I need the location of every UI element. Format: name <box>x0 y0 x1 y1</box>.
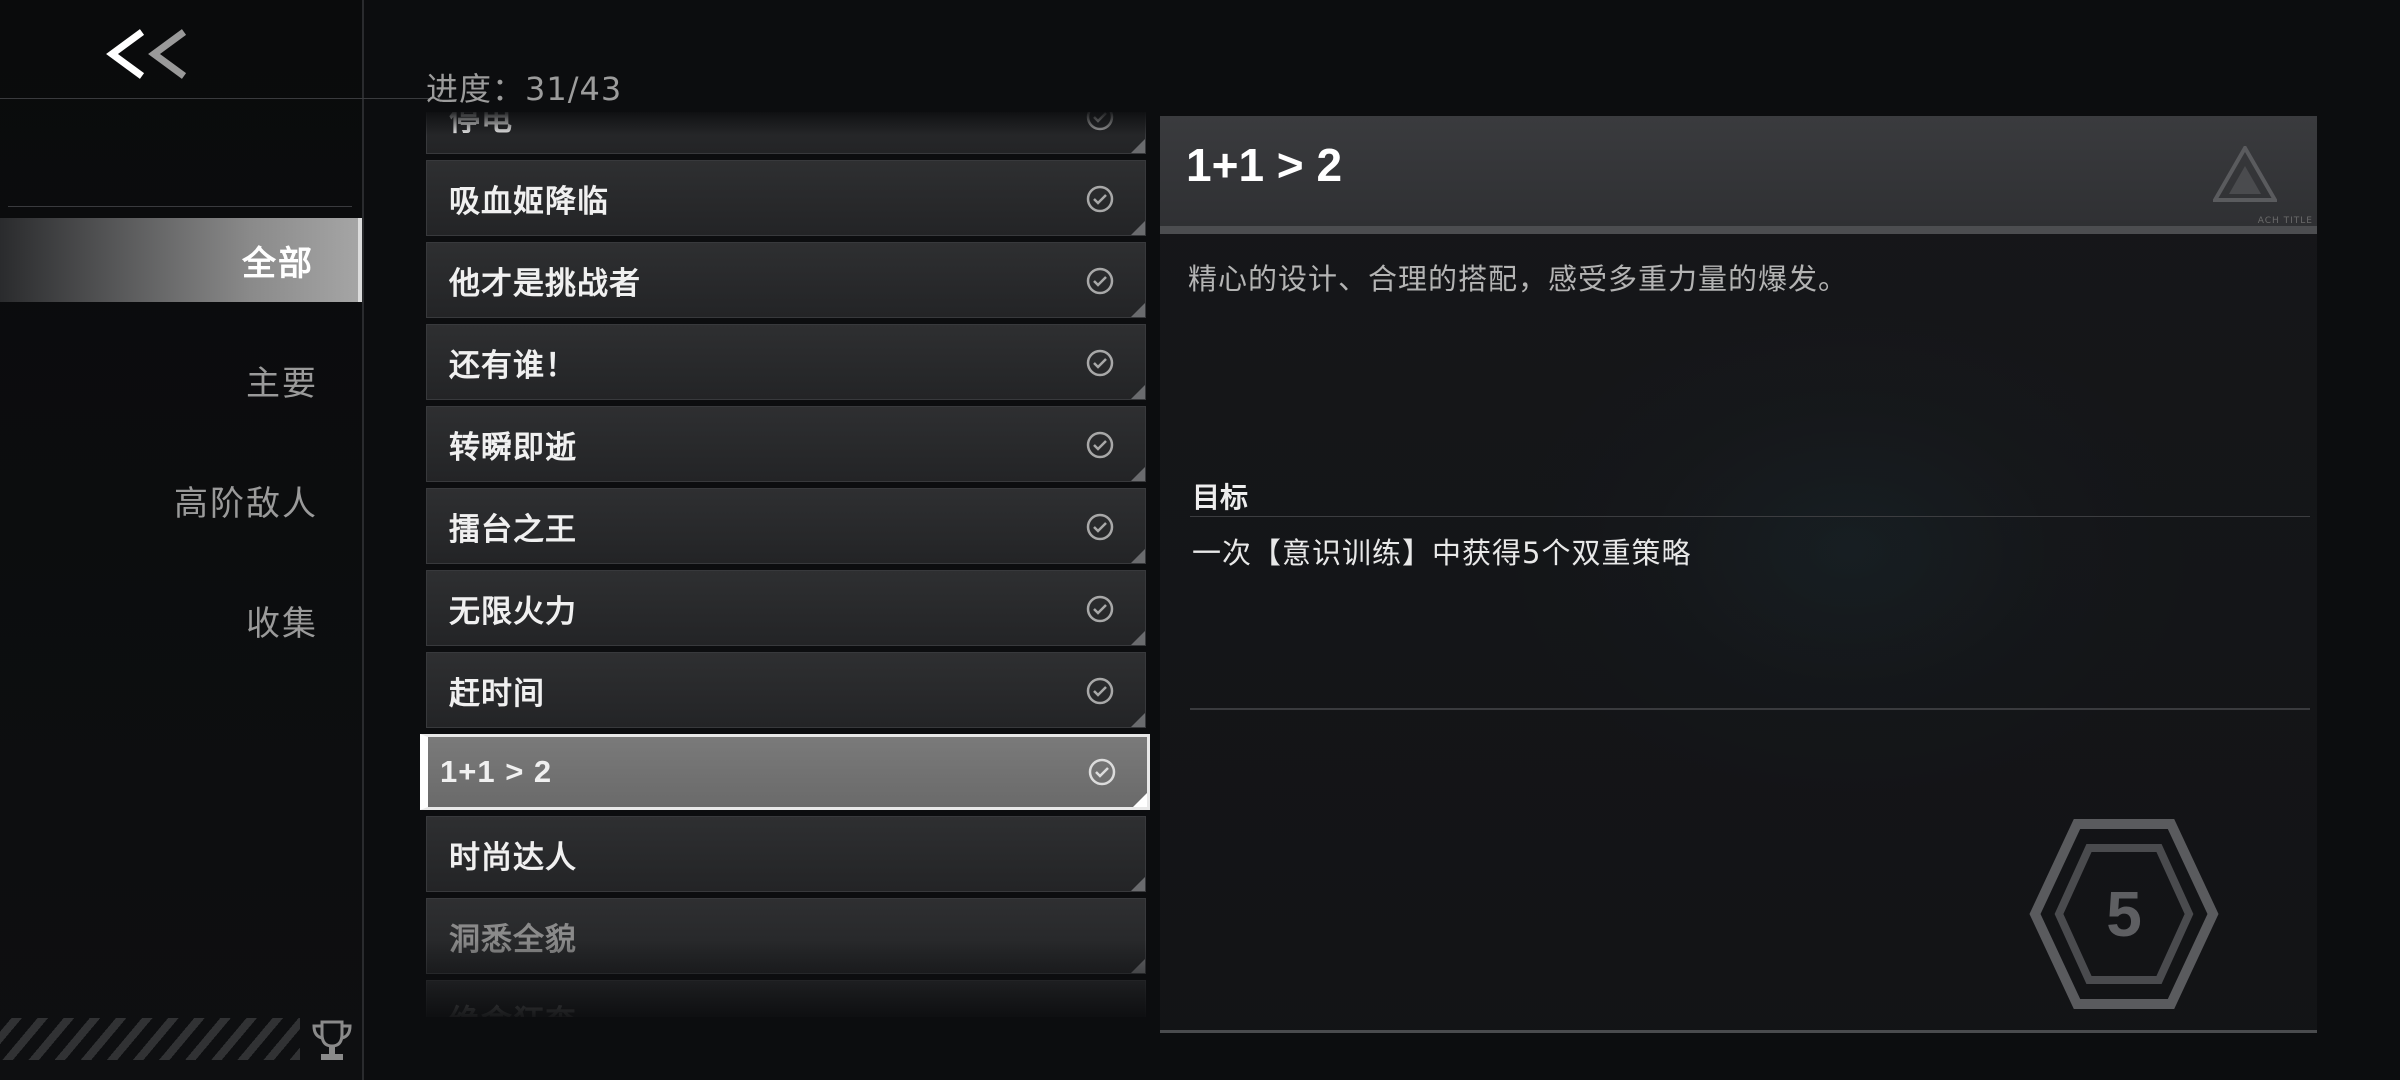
trophy-icon <box>312 1020 352 1060</box>
goal-bottom-divider <box>1190 708 2310 710</box>
back-button[interactable] <box>90 14 210 94</box>
check-circle-icon <box>1088 758 1116 786</box>
list-item-label: 洞悉全貌 <box>449 921 577 958</box>
check-circle-icon <box>1086 112 1114 131</box>
list-item[interactable]: 转瞬即逝 <box>426 406 1146 482</box>
header-divider <box>0 98 440 99</box>
achievement-list[interactable]: 停电 吸血姬降临 他才是挑战者 还有谁！ 转瞬即逝 擂台之王 无限火力 赶时间 … <box>418 112 1154 1017</box>
hexagon-badge-icon: 5 <box>2029 819 2219 1009</box>
check-circle-icon <box>1086 349 1114 377</box>
list-item-label: 赶时间 <box>449 675 545 712</box>
check-circle-icon <box>1086 431 1114 459</box>
list-item-label: 转瞬即逝 <box>449 429 577 466</box>
nav-item-main[interactable]: 主要 <box>0 338 362 422</box>
list-item-label: 吸血姬降临 <box>449 183 609 220</box>
progress-counter: 进度：31/43 <box>426 70 623 108</box>
list-item[interactable]: 擂台之王 <box>426 488 1146 564</box>
nav-item-label: 收集 <box>246 603 318 644</box>
list-item-label: 无限火力 <box>449 593 577 630</box>
nav-divider <box>8 206 352 207</box>
list-item[interactable]: 赶时间 <box>426 652 1146 728</box>
nav-item-collection[interactable]: 收集 <box>0 578 362 662</box>
check-circle-icon <box>1086 185 1114 213</box>
category-sidebar: 全部 主要 高阶敌人 收集 <box>0 0 440 1080</box>
list-item-label: 还有谁！ <box>449 347 577 384</box>
goal-text: 一次【意识训练】中获得5个双重策略 <box>1192 536 1692 570</box>
nav-item-label: 主要 <box>246 363 318 404</box>
list-item-selected[interactable]: 1+1 > 2 <box>420 734 1150 810</box>
achievement-detail-panel: 1+1 > 2 ACH TITLE 精心的设计、合理的搭配，感受多重力量的爆发。… <box>1160 116 2317 1033</box>
decorative-stripes <box>0 1018 300 1060</box>
goal-divider <box>1190 516 2310 517</box>
badge-number: 5 <box>2106 878 2142 950</box>
list-item-label: 时尚达人 <box>449 839 577 876</box>
nav-item-elite-enemies[interactable]: 高阶敌人 <box>0 458 362 542</box>
list-item[interactable]: 绝命狂奔 <box>426 980 1146 1017</box>
triangle-logo-icon <box>2213 146 2277 202</box>
detail-title: 1+1 > 2 <box>1186 139 1343 191</box>
list-item-label: 1+1 > 2 <box>440 754 553 789</box>
list-item-label: 停电 <box>449 112 513 138</box>
list-item-label: 擂台之王 <box>449 511 577 548</box>
list-item-label: 绝命狂奔 <box>449 996 577 1018</box>
check-circle-icon <box>1086 513 1114 541</box>
list-item[interactable]: 无限火力 <box>426 570 1146 646</box>
double-chevron-left-icon <box>106 29 187 79</box>
list-item[interactable]: 停电 <box>426 112 1146 154</box>
list-item[interactable]: 他才是挑战者 <box>426 242 1146 318</box>
list-item-label: 他才是挑战者 <box>449 265 641 302</box>
check-circle-icon <box>1086 595 1114 623</box>
nav-item-label: 高阶敌人 <box>174 483 318 524</box>
list-item[interactable]: 时尚达人 <box>426 816 1146 892</box>
check-circle-icon <box>1086 267 1114 295</box>
nav-item-label: 全部 <box>242 243 314 284</box>
list-item[interactable]: 洞悉全貌 <box>426 898 1146 974</box>
nav-item-all[interactable]: 全部 <box>0 218 362 302</box>
goal-heading: 目标 <box>1192 481 1249 514</box>
list-item[interactable]: 还有谁！ <box>426 324 1146 400</box>
list-item[interactable]: 吸血姬降临 <box>426 160 1146 236</box>
header-caption: ACH TITLE <box>2257 216 2313 226</box>
achievement-description: 精心的设计、合理的搭配，感受多重力量的爆发。 <box>1188 262 1849 296</box>
detail-header: 1+1 > 2 ACH TITLE <box>1160 116 2317 234</box>
check-circle-icon <box>1086 677 1114 705</box>
